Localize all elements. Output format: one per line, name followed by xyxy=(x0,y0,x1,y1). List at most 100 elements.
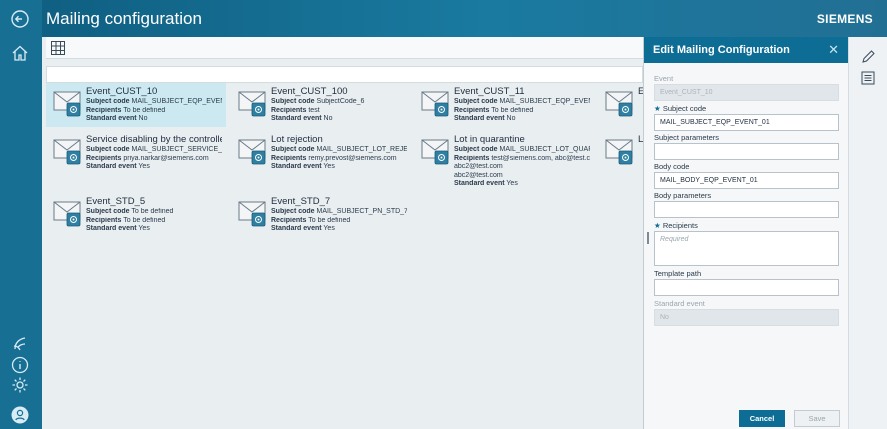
event-label: Event xyxy=(654,74,674,83)
mailing-card[interactable]: Event_CUST_10 Subject code MAIL_SUBJECT_E… xyxy=(46,83,226,127)
standard-event-line-value: Yes xyxy=(506,180,518,187)
mailing-card[interactable]: Ev xyxy=(598,83,643,127)
subject-code-line-value: SubjectCode_6 xyxy=(316,98,365,105)
grid-view-icon[interactable] xyxy=(50,40,66,56)
standard-event-line-value: Yes xyxy=(138,163,150,170)
back-button[interactable] xyxy=(0,0,42,37)
recipients-line-label: Recipients xyxy=(271,216,307,224)
standard-event-line-value: No xyxy=(323,115,333,122)
recipients-line-label: Recipients xyxy=(454,106,490,114)
standard-event-line-label: Standard event xyxy=(271,163,322,170)
template-path-field[interactable] xyxy=(654,279,839,296)
subject-parameters-field[interactable] xyxy=(654,143,839,160)
side-action-strip xyxy=(848,37,887,429)
back-icon xyxy=(10,9,30,29)
recipients-label: ★ Recipients xyxy=(654,221,698,230)
mail-config-icon xyxy=(605,91,633,117)
recipients-line-label: Recipients xyxy=(86,106,122,114)
subject-code-field[interactable]: MAIL_SUBJECT_EQP_EVENT_01 xyxy=(654,114,839,131)
required-marker: ★ xyxy=(654,221,661,230)
recipients-line-value: To be defined xyxy=(308,216,351,224)
filter-bar[interactable] xyxy=(46,66,643,83)
subject-code-line: Subject code MAIL_SUBJECT_LOT_REJECTE... xyxy=(271,146,407,155)
standard-event-line: Standard event Yes xyxy=(86,163,222,172)
recipients-line: Recipients To be defined xyxy=(454,107,590,116)
mail-config-icon xyxy=(421,139,449,165)
standard-event-field: No xyxy=(654,309,839,326)
standard-event-line-label: Standard event xyxy=(454,115,505,122)
mailing-card[interactable]: Lo xyxy=(598,131,643,175)
subject-code-line-label: Subject code xyxy=(271,146,315,153)
recipients-line: Recipients To be defined xyxy=(86,217,222,226)
recipients-line-label: Recipients xyxy=(454,154,490,162)
card-title: Lot rejection xyxy=(271,134,323,145)
card-title: Event_CUST_10 xyxy=(86,86,158,97)
subject-code-line-value: MAIL_SUBJECT_LOT_QUARA... xyxy=(499,146,590,153)
edit-panel: Edit Mailing Configuration ✕ Event Event… xyxy=(643,37,849,429)
subject-code-line-value: MAIL_SUBJECT_SERVICE_DIS... xyxy=(131,146,222,153)
subject-code-line-label: Subject code xyxy=(454,146,498,153)
user-avatar-icon[interactable] xyxy=(10,405,30,425)
close-icon[interactable]: ✕ xyxy=(828,42,839,58)
toolbar xyxy=(46,37,643,59)
contact-icon[interactable] xyxy=(10,333,30,353)
mail-config-icon xyxy=(238,139,266,165)
left-navigation-rail xyxy=(0,37,42,429)
standard-event-line-label: Standard event xyxy=(454,180,505,187)
standard-event-line: Standard event No xyxy=(454,115,590,124)
subject-code-label-text: Subject code xyxy=(662,104,707,113)
mailing-card[interactable]: Lot rejection Subject code MAIL_SUBJECT_L… xyxy=(231,131,411,175)
mailing-card[interactable]: Service disabling by the controller Subje… xyxy=(46,131,226,175)
standard-event-line-value: No xyxy=(506,115,516,122)
save-button[interactable]: Save xyxy=(794,410,840,427)
mailing-card[interactable]: Event_CUST_100 Subject code SubjectCode_6… xyxy=(231,83,411,127)
event-field: Event_CUST_10 xyxy=(654,84,839,101)
subject-code-line: Subject code MAIL_SUBJECT_SERVICE_DIS... xyxy=(86,146,222,155)
standard-event-line-label: Standard event xyxy=(86,163,137,170)
standard-event-line-label: Standard event xyxy=(86,115,137,122)
recipients-line-value: To be defined xyxy=(123,106,166,114)
app-header: Mailing configuration SIEMENS xyxy=(0,0,887,37)
mail-config-icon xyxy=(421,91,449,117)
recipients-line-label: Recipients xyxy=(86,216,122,224)
mailing-card[interactable]: Event_CUST_11 Subject code MAIL_SUBJECT_E… xyxy=(414,83,594,127)
recipients-line-value: test@siemens.com, abc@test.c... xyxy=(491,154,590,162)
standard-event-line-value: Yes xyxy=(323,163,335,170)
subject-code-line: Subject code MAIL_SUBJECT_EQP_EVENT_... xyxy=(454,98,590,107)
recipients-line: Recipients To be defined xyxy=(271,217,407,226)
mailing-card[interactable]: Event_STD_5 Subject code To be defined Rec… xyxy=(46,193,226,237)
subject-code-line-value: MAIL_SUBJECT_EQP_EVENT_... xyxy=(499,98,590,105)
recipients-line-value: To be defined xyxy=(491,106,534,114)
details-icon[interactable] xyxy=(860,70,876,86)
mail-config-icon xyxy=(605,139,633,165)
subject-code-line-value: MAIL_SUBJECT_EQP_EVENT_... xyxy=(131,98,222,105)
body-code-label: Body code xyxy=(654,162,690,171)
body-parameters-field[interactable] xyxy=(654,201,839,218)
info-icon[interactable] xyxy=(10,355,30,375)
card-title: Event_STD_5 xyxy=(86,196,146,207)
subject-parameters-label: Subject parameters xyxy=(654,133,720,142)
recipients-line-value: remy.prevost@siemens.com xyxy=(308,154,397,162)
recipients-field[interactable]: Required xyxy=(654,231,839,266)
standard-event-line-label: Standard event xyxy=(271,115,322,122)
subject-code-line-label: Subject code xyxy=(86,208,130,215)
subject-code-line-label: Subject code xyxy=(454,98,498,105)
panel-title: Edit Mailing Configuration xyxy=(653,44,790,56)
subject-code-line-value: MAIL_SUBJECT_LOT_REJECTE... xyxy=(316,146,407,153)
standard-event-line-value: Yes xyxy=(323,225,335,232)
body-code-field[interactable]: MAIL_BODY_EQP_EVENT_01 xyxy=(654,172,839,189)
recipients-label-text: Recipients xyxy=(662,221,698,230)
mailing-card-list: Event_CUST_10 Subject code MAIL_SUBJECT_E… xyxy=(46,83,643,429)
mail-config-icon xyxy=(53,139,81,165)
edit-icon[interactable] xyxy=(860,49,876,65)
home-icon[interactable] xyxy=(10,43,30,63)
subject-code-line-label: Subject code xyxy=(271,208,315,215)
settings-icon[interactable] xyxy=(10,375,30,395)
cancel-button[interactable]: Cancel xyxy=(739,410,785,427)
mailing-card[interactable]: Lot in quarantine Subject code MAIL_SUBJE… xyxy=(414,131,594,193)
standard-event-line: Standard event No xyxy=(271,115,407,124)
panel-resize-handle[interactable] xyxy=(647,232,649,244)
recipients-line: Recipients test@siemens.com, abc@test.c.… xyxy=(454,155,590,164)
page-title: Mailing configuration xyxy=(46,9,202,28)
mailing-card[interactable]: Event_STD_7 Subject code MAIL_SUBJECT_PN_… xyxy=(231,193,411,237)
